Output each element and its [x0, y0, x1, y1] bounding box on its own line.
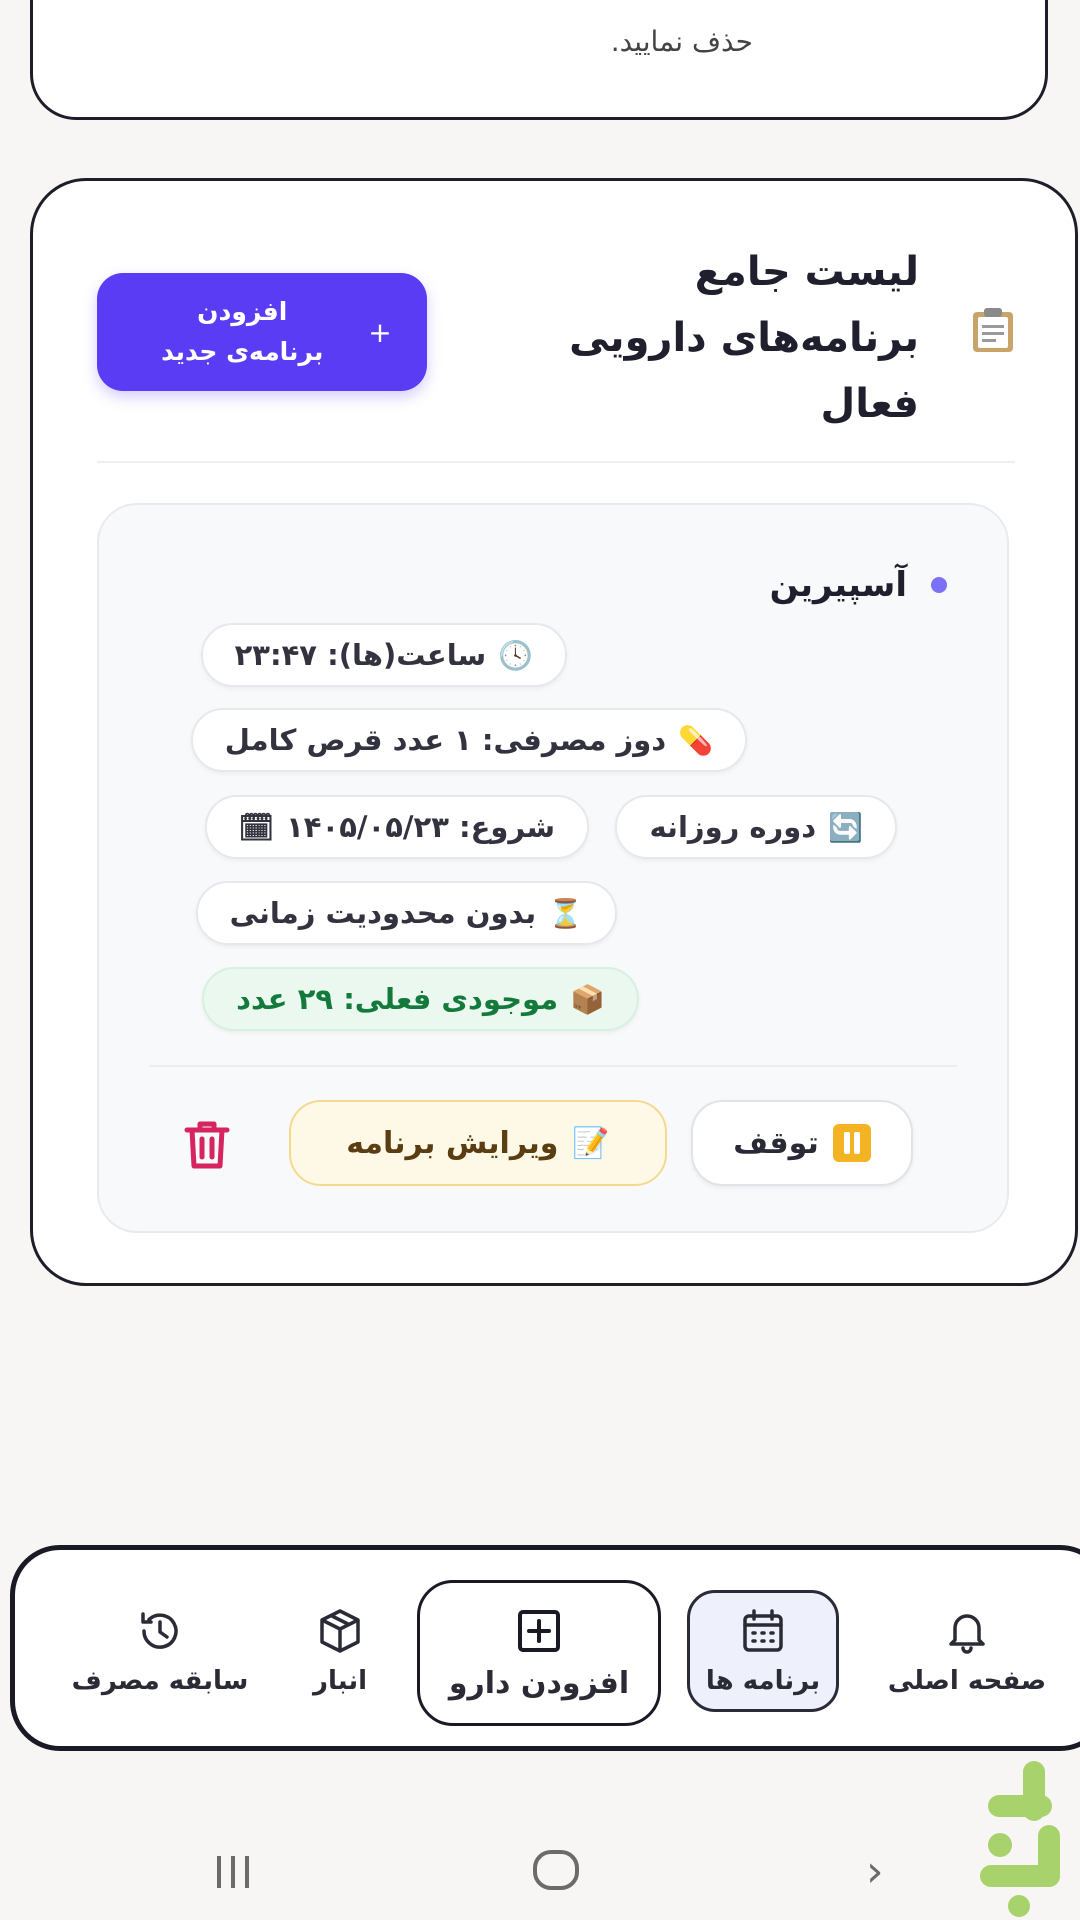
- add-new-program-label: افزودن برنامه‌ی جدید: [132, 292, 352, 372]
- box-icon: [320, 1609, 360, 1653]
- stock-chip: 📦 موجودی فعلی: ۲۹ عدد: [202, 967, 639, 1031]
- calendar-grid-icon: [743, 1609, 783, 1652]
- active-programs-card: لیست جامع برنامه‌های دارویی فعال + افزود…: [30, 178, 1078, 1286]
- duration-chip-text: بدون محدودیت زمانی: [229, 896, 537, 930]
- add-new-program-label-line-1: افزودن: [197, 297, 288, 326]
- medication-name-text: آسپیرین: [769, 565, 907, 605]
- divider: [97, 461, 1015, 463]
- start-date-chip: شروع: ۱۴۰۵/۰۵/۲۳ 🗓: [204, 795, 589, 859]
- home-icon[interactable]: [533, 1850, 579, 1890]
- time-chip-text: ساعت(ها): ۲۳:۴۷: [234, 638, 487, 672]
- recent-apps-icon[interactable]: [212, 1856, 254, 1892]
- nav-history[interactable]: سابقه مصرف: [55, 1590, 265, 1712]
- edit-program-button[interactable]: 📝 ویرایش برنامه: [289, 1100, 667, 1186]
- duration-chip: ⏳ بدون محدودیت زمانی: [195, 881, 617, 945]
- package-icon: 📦: [570, 982, 605, 1016]
- card-title-line-3: فعال: [820, 381, 920, 427]
- nav-home[interactable]: صفحه اصلی: [877, 1590, 1057, 1712]
- nav-store[interactable]: انبار: [285, 1590, 395, 1712]
- time-chip: 🕓 ساعت(ها): ۲۳:۴۷: [200, 623, 567, 687]
- history-icon: [141, 1612, 178, 1649]
- add-new-program-button[interactable]: + افزودن برنامه‌ی جدید: [97, 273, 427, 391]
- bell-icon: [949, 1614, 985, 1654]
- pause-button-label: توقف: [733, 1125, 819, 1161]
- clipboard-icon: [973, 308, 1013, 352]
- edit-program-button-label: ویرایش برنامه: [346, 1125, 559, 1161]
- divider: [149, 1065, 957, 1067]
- nav-history-label: سابقه مصرف: [71, 1666, 249, 1696]
- nav-programs[interactable]: برنامه ها: [687, 1590, 839, 1712]
- nav-programs-label: برنامه ها: [705, 1666, 821, 1696]
- nav-add-drug-label: افزودن دارو: [448, 1665, 630, 1701]
- system-navigation-bar: ›: [0, 1820, 1080, 1920]
- pill-icon: 💊: [678, 723, 713, 757]
- previous-card: حذف نمایید.: [30, 0, 1048, 120]
- edit-icon: 📝: [572, 1125, 610, 1161]
- add-new-program-label-line-2: برنامه‌ی جدید: [161, 337, 324, 366]
- card-title-line-1: لیست جامع: [694, 249, 919, 295]
- plus-square-icon: [518, 1609, 560, 1652]
- trash-icon[interactable]: [183, 1119, 231, 1171]
- card-title-line-2: برنامه‌های دارویی: [569, 315, 919, 361]
- dose-chip-text: دوز مصرفی: ۱ عدد قرص کامل: [224, 723, 667, 757]
- nav-store-label: انبار: [312, 1666, 368, 1696]
- clock-icon: 🕓: [498, 638, 533, 672]
- status-dot-icon: [931, 577, 947, 593]
- medication-name: آسپیرین: [770, 565, 947, 605]
- cycle-chip-text: دوره روزانه: [649, 810, 817, 844]
- dose-chip: 💊 دوز مصرفی: ۱ عدد قرص کامل: [190, 708, 747, 772]
- nav-add-drug[interactable]: افزودن دارو: [417, 1580, 661, 1726]
- back-icon[interactable]: ›: [866, 1846, 884, 1897]
- pause-button[interactable]: توقف: [691, 1100, 913, 1186]
- stock-chip-text: موجودی فعلی: ۲۹ عدد: [236, 982, 559, 1016]
- previous-card-text: حذف نمایید.: [610, 25, 753, 58]
- nav-home-label: صفحه اصلی: [887, 1666, 1047, 1696]
- calendar-icon: 🗓: [238, 810, 275, 844]
- bazaar-logo-watermark: [980, 1761, 1060, 1917]
- pause-icon: [832, 1124, 871, 1162]
- card-title: لیست جامع برنامه‌های دارویی فعال: [499, 239, 919, 437]
- bottom-navigation: صفحه اصلی برنامه ها افزودن دارو انبار سا…: [10, 1545, 1080, 1751]
- plus-icon: +: [368, 315, 392, 349]
- start-date-chip-text: شروع: ۱۴۰۵/۰۵/۲۳: [286, 810, 555, 844]
- cycle-icon: 🔄: [828, 810, 863, 844]
- hourglass-icon: ⏳: [548, 896, 583, 930]
- cycle-chip: 🔄 دوره روزانه: [615, 795, 897, 859]
- medication-card: آسپیرین 🕓 ساعت(ها): ۲۳:۴۷ 💊 دوز مصرفی: ۱…: [97, 503, 1009, 1233]
